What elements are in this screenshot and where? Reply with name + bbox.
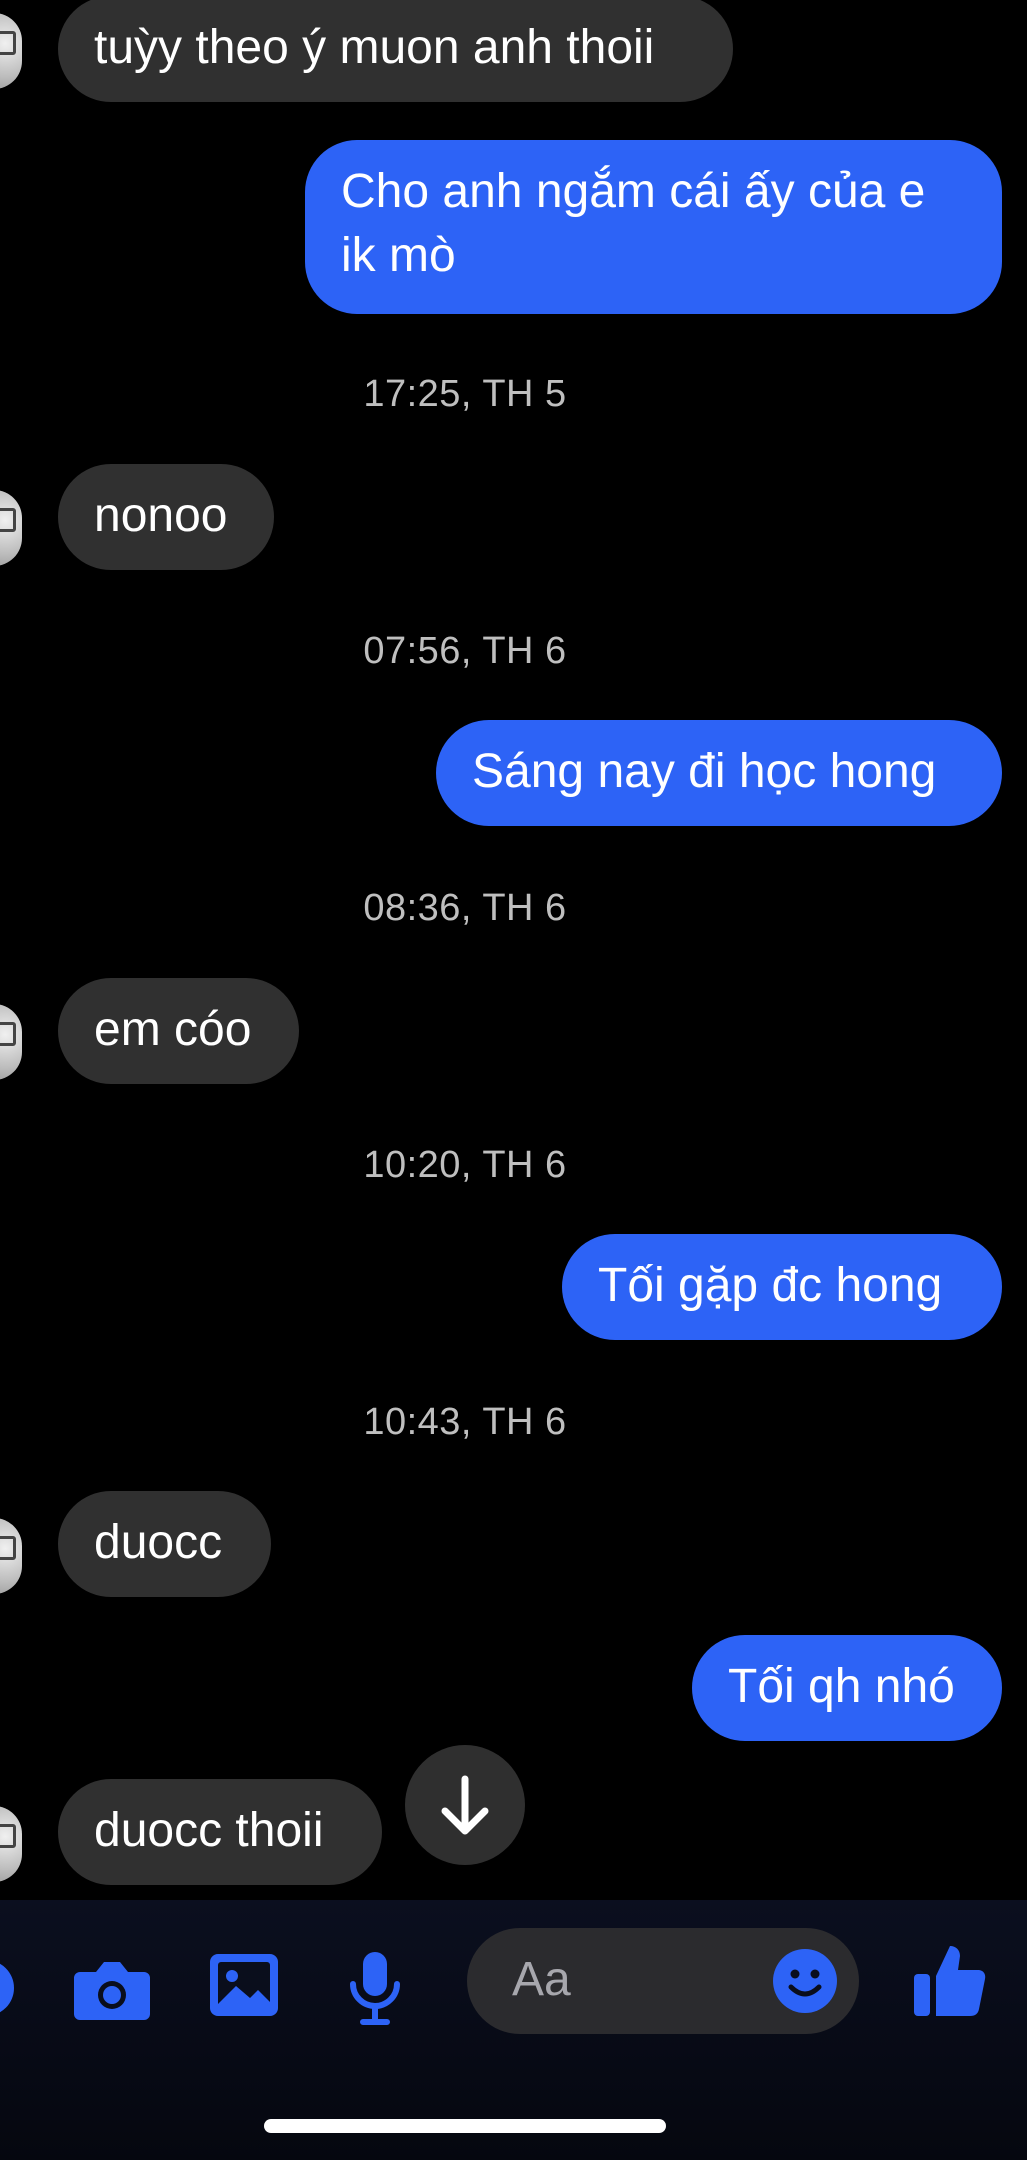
incoming-message[interactable]: nonoo xyxy=(58,464,274,570)
arrow-down-icon xyxy=(441,1775,489,1835)
home-indicator xyxy=(264,2119,666,2133)
timestamp: 10:43, TH 6 xyxy=(363,1401,567,1443)
incoming-message[interactable]: tuỳy theo ý muon anh thoii xyxy=(58,0,733,102)
message-input-placeholder: Aa xyxy=(512,1953,571,2006)
timestamp: 10:20, TH 6 xyxy=(363,1144,567,1186)
timestamp: 08:36, TH 6 xyxy=(363,887,567,929)
contact-avatar[interactable] xyxy=(0,1518,22,1594)
message-input[interactable]: Aa xyxy=(467,1928,859,2034)
incoming-message[interactable]: em cóo xyxy=(58,978,299,1084)
timestamp: 07:56, TH 6 xyxy=(363,630,567,672)
contact-avatar[interactable] xyxy=(0,490,22,566)
contact-avatar[interactable] xyxy=(0,1004,22,1080)
contact-avatar[interactable] xyxy=(0,13,22,89)
camera-icon[interactable] xyxy=(72,1948,152,2028)
outgoing-message[interactable]: Sáng nay đi học hong xyxy=(436,720,1002,826)
outgoing-message[interactable]: Tối gặp đc hong xyxy=(562,1234,1002,1340)
scroll-to-bottom-button[interactable] xyxy=(405,1745,525,1865)
microphone-icon[interactable] xyxy=(345,1948,405,2032)
incoming-message[interactable]: duocc xyxy=(58,1491,271,1597)
outgoing-message[interactable]: Cho anh ngắm cái ấy của e ik mò xyxy=(305,140,1002,314)
more-icon[interactable] xyxy=(0,1953,20,2023)
message-list[interactable]: tuỳy theo ý muon anh thoii Cho anh ngắm … xyxy=(0,0,1027,1900)
contact-avatar[interactable] xyxy=(0,1806,22,1882)
thumbs-up-icon[interactable] xyxy=(912,1940,988,2020)
emoji-icon[interactable] xyxy=(771,1947,839,2015)
outgoing-message[interactable]: Tối qh nhó xyxy=(692,1635,1002,1741)
incoming-message[interactable]: duocc thoii xyxy=(58,1779,382,1885)
timestamp: 17:25, TH 5 xyxy=(363,373,567,415)
composer-bar: Aa xyxy=(0,1900,1027,2160)
photo-icon[interactable] xyxy=(206,1948,282,2024)
